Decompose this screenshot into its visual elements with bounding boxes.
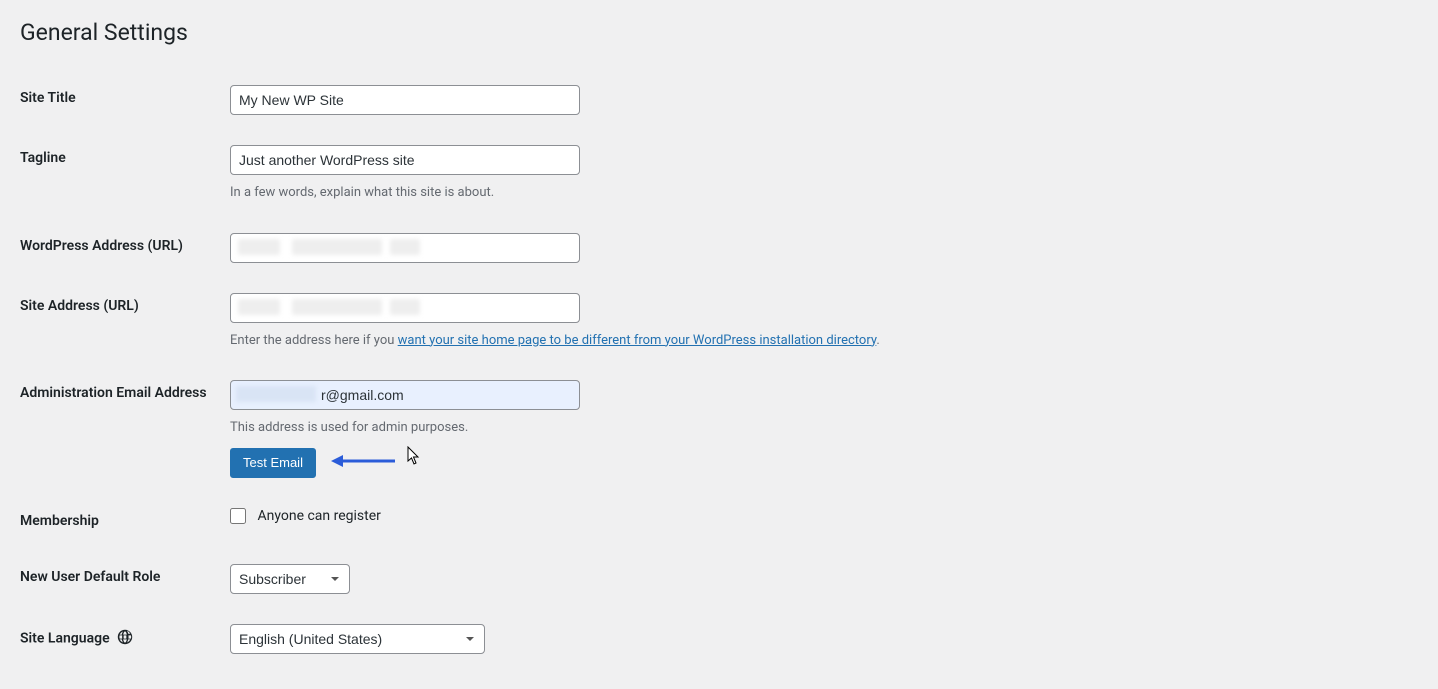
membership-checkbox-label: Anyone can register (257, 508, 380, 524)
membership-checkbox-label-wrap[interactable]: Anyone can register (230, 508, 381, 524)
membership-label: Membership (20, 493, 220, 549)
redacted-text (390, 299, 420, 315)
site-address-description: Enter the address here if you want your … (230, 331, 1408, 351)
admin-email-label: Administration Email Address (20, 365, 220, 493)
site-title-label: Site Title (20, 70, 220, 130)
site-address-desc-suffix: . (876, 333, 879, 348)
cursor-icon (407, 446, 421, 470)
site-language-select[interactable]: English (United States) (230, 624, 485, 654)
redacted-text (292, 239, 382, 255)
arrow-left-icon (331, 453, 396, 473)
redacted-text (390, 239, 420, 255)
default-role-label: New User Default Role (20, 549, 220, 609)
translate-icon (117, 629, 133, 649)
site-address-desc-prefix: Enter the address here if you (230, 333, 398, 348)
site-language-label: Site Language (20, 630, 110, 646)
page-title: General Settings (20, 10, 1418, 50)
tagline-label: Tagline (20, 130, 220, 218)
redacted-text (292, 299, 382, 315)
settings-wrap: General Settings Site Title Tagline In a… (0, 0, 1438, 689)
site-address-label: Site Address (URL) (20, 278, 220, 366)
admin-email-description: This address is used for admin purposes. (230, 418, 1408, 438)
tagline-description: In a few words, explain what this site i… (230, 183, 1408, 203)
site-title-input[interactable] (230, 85, 580, 115)
site-language-label-cell: Site Language (20, 609, 220, 669)
site-address-desc-link[interactable]: want your site home page to be different… (398, 333, 877, 348)
redacted-text (238, 239, 280, 255)
test-email-button[interactable]: Test Email (230, 448, 316, 478)
redacted-text (238, 299, 280, 315)
redacted-text (236, 386, 316, 402)
wp-address-label: WordPress Address (URL) (20, 218, 220, 278)
tagline-input[interactable] (230, 145, 580, 175)
membership-checkbox[interactable] (230, 508, 246, 524)
default-role-select[interactable]: Subscriber (230, 564, 350, 594)
settings-table: Site Title Tagline In a few words, expla… (20, 70, 1418, 669)
